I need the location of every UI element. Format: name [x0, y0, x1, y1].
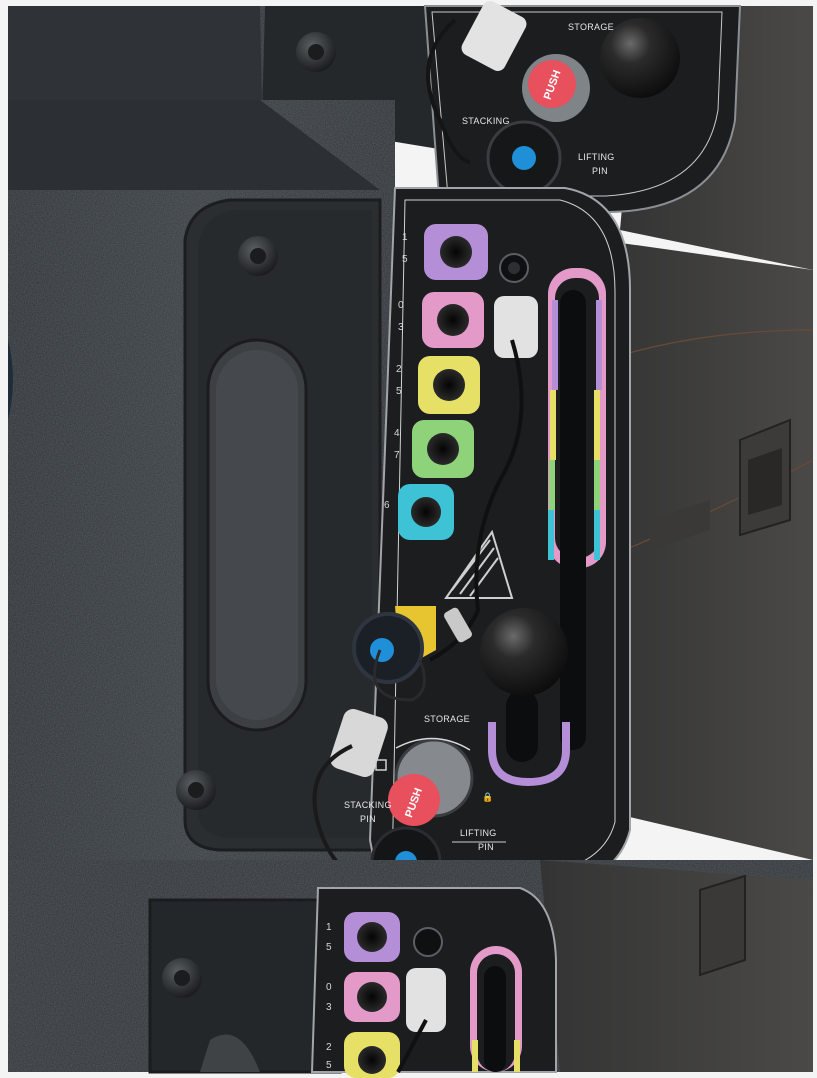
bottom-plate-screw: [413, 927, 443, 957]
bottom-hole-3-label-a: 2: [326, 1042, 332, 1053]
bottom-hole-2-label-a: 0: [326, 982, 332, 993]
lock-icon: 🔒: [482, 792, 494, 802]
hole-4-label-b: 7: [394, 450, 400, 461]
bottom-hole-1-label-b: 5: [326, 942, 332, 953]
bottom-hole-1-label-a: 1: [326, 922, 332, 933]
bottom-hole-2-label-b: 3: [326, 1002, 332, 1013]
hole-1-label-b: 5: [402, 254, 408, 265]
bottom-rigging-plate: 1 5 0 3 2 5: [310, 887, 557, 1078]
top-storage-label: STORAGE: [568, 22, 614, 32]
storage-label: STORAGE: [424, 714, 470, 724]
top-lifting-label: LIFTING: [578, 152, 615, 162]
top-stacking-label: STACKING: [462, 116, 510, 126]
hole-3-label-a: 2: [396, 364, 402, 375]
stacking-pin-label: PIN: [360, 814, 376, 824]
storage-knob[interactable]: [480, 608, 568, 696]
bottom-hole-3-label-b: 5: [326, 1060, 332, 1071]
lifting-label: LIFTING: [460, 828, 497, 838]
hole-4-label-a: 4: [394, 428, 400, 439]
hole-5-label-a: 6: [384, 500, 390, 511]
speaker-stack-photo: STORAGE PUSH STACKING LIFTING PIN 1 5 0 …: [0, 0, 817, 1078]
hole-1-label-a: 1: [402, 232, 408, 243]
top-rigging-plate: STORAGE PUSH STACKING LIFTING PIN: [423, 1, 742, 213]
stacking-label: STACKING: [344, 800, 392, 810]
hole-2-label-a: 0: [398, 300, 404, 311]
hole-3-label-b: 5: [396, 386, 402, 397]
lifting-pin-label: PIN: [478, 842, 494, 852]
hole-2-label-b: 3: [398, 322, 404, 333]
top-pin-label: PIN: [592, 166, 608, 176]
